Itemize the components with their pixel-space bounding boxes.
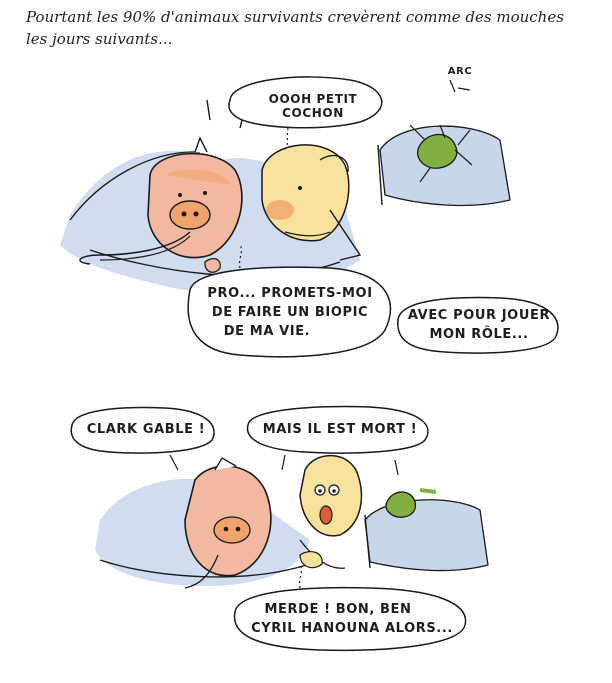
bubble-avec-line1: AVEC POUR JOUER: [407, 308, 551, 323]
old-man-character-2: [299, 454, 363, 569]
bubble-avec-text: AVEC POUR JOUER MON RÔLE...: [400, 306, 558, 344]
bubble-promets-line3: DE MA VIE.: [223, 324, 311, 339]
sfx-arc: ARC: [447, 66, 473, 77]
frog-in-bed-2: [364, 488, 489, 572]
bubble-merde-line1: MERDE ! BON, BEN: [264, 602, 412, 617]
bubble-merde-text: MERDE ! BON, BEN CYRIL HANOUNA ALORS...: [238, 600, 466, 638]
bubble-merde-line2: CYRIL HANOUNA ALORS...: [251, 621, 453, 636]
comic-page: Pourtant les 90% d'animaux survivants cr…: [0, 0, 612, 683]
bubble-promets-text: PRO... PROMETS-MOI DE FAIRE UN BIOPIC DE…: [192, 284, 388, 341]
bubble-promets-line2: DE FAIRE UN BIOPIC: [211, 305, 369, 320]
bubble-mais-text: MAIS IL EST MORT !: [262, 422, 418, 437]
bubble-petit-cochon-text: OOOH PETIT COCHON: [268, 92, 358, 120]
frog-in-bed-1: [377, 124, 511, 207]
bubble-avec-line2: MON RÔLE...: [429, 327, 529, 342]
bubble-promets-line1: PRO... PROMETS-MOI: [207, 286, 373, 301]
bubble-clark-text: CLARK GABLE !: [86, 422, 206, 437]
